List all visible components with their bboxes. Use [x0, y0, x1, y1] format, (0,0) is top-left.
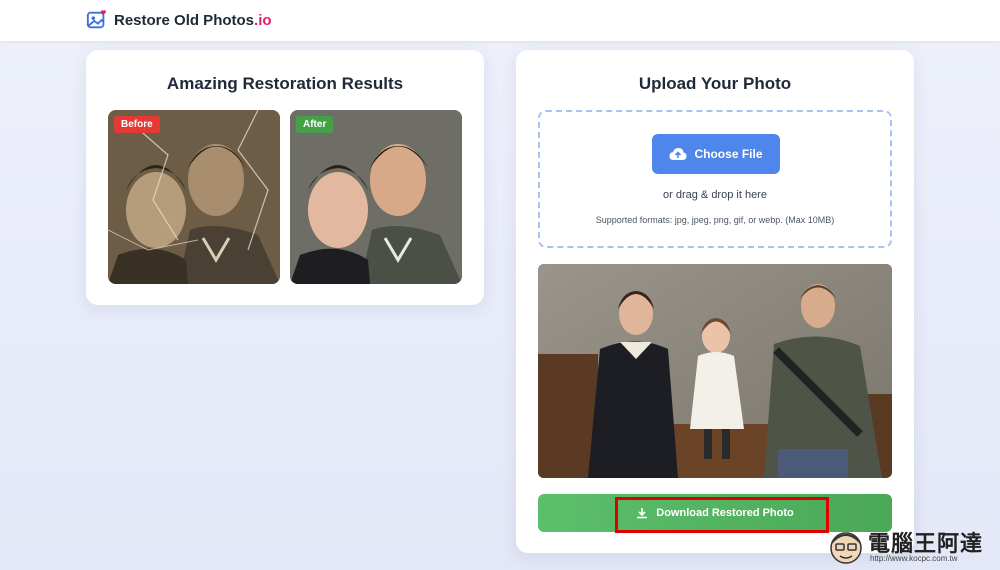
download-icon: [637, 508, 648, 519]
after-badge: After: [296, 116, 334, 133]
image-heart-icon: [86, 10, 106, 29]
cloud-upload-icon: [669, 148, 687, 160]
restoration-results-card: Amazing Restoration Results Before After: [86, 50, 484, 305]
choose-file-label: Choose File: [694, 147, 763, 161]
restored-photo-preview: [538, 264, 892, 478]
supported-formats-text: Supported formats: jpg, jpeg, png, gif, …: [595, 215, 835, 225]
watermark-url: http://www.kocpc.com.tw: [870, 554, 958, 563]
upload-title: Upload Your Photo: [638, 74, 792, 93]
download-label: Download Restored Photo: [656, 507, 794, 519]
mascot-icon: [830, 532, 862, 564]
before-badge: Before: [114, 116, 160, 133]
drag-drop-text: or drag & drop it here: [663, 189, 767, 201]
upload-card: Upload Your Photo Choose File or drag & …: [516, 50, 914, 553]
before-portrait-image: [108, 110, 280, 284]
file-dropzone[interactable]: Choose File or drag & drop it here Suppo…: [538, 110, 892, 248]
logo-text: Restore Old Photos.io: [114, 11, 272, 29]
before-photo: Before: [108, 110, 280, 284]
after-photo: After: [290, 110, 462, 284]
after-portrait-image: [290, 110, 462, 284]
top-navigation-bar: Restore Old Photos.io: [0, 0, 1000, 42]
choose-file-button[interactable]: Choose File: [652, 134, 780, 174]
results-title: Amazing Restoration Results: [166, 74, 404, 93]
family-portrait-image: [538, 264, 892, 478]
site-watermark: 電腦王阿達 http://www.kocpc.com.tw: [826, 524, 998, 568]
site-logo[interactable]: Restore Old Photos.io: [86, 9, 272, 31]
